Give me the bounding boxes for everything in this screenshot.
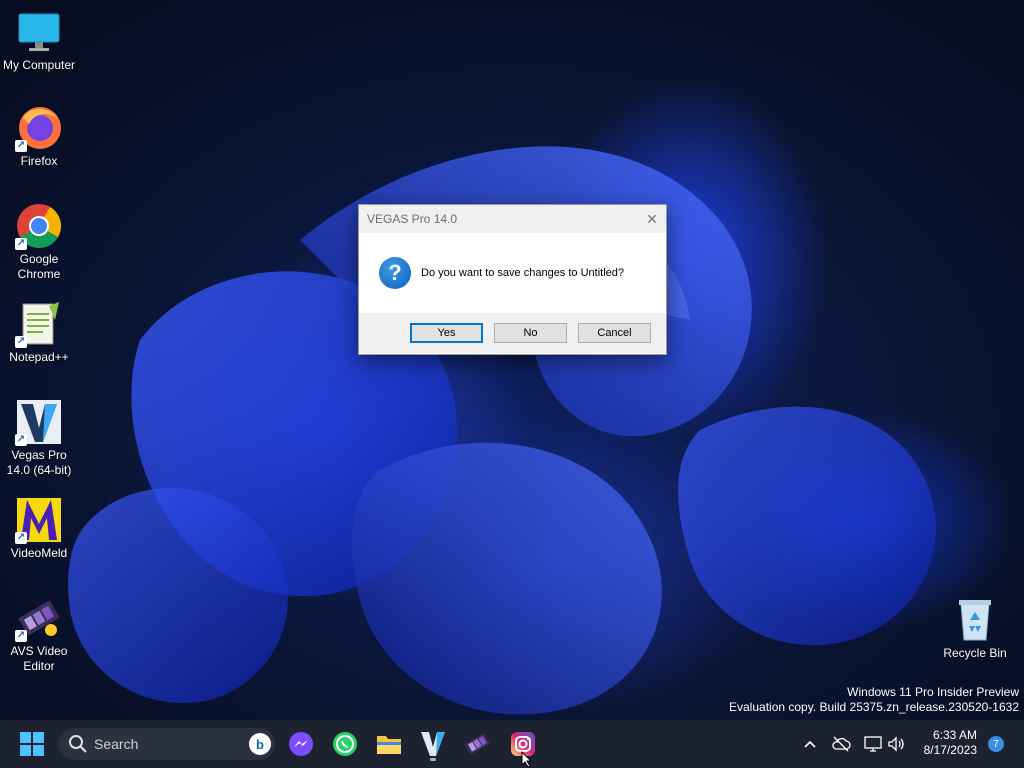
desktop-icon-label: My Computer <box>2 58 76 72</box>
clock-time: 6:33 AM <box>932 728 977 742</box>
monitor-icon <box>15 8 63 56</box>
desktop-icon-recycle-bin[interactable]: Recycle Bin <box>936 596 1014 661</box>
avs-icon: ↗ <box>15 594 63 642</box>
notification-badge[interactable]: 7 <box>988 736 1004 752</box>
shortcut-arrow-icon: ↗ <box>15 434 27 446</box>
shortcut-arrow-icon: ↗ <box>15 532 27 544</box>
desktop-icon-firefox[interactable]: ↗ Firefox <box>0 104 78 169</box>
whatsapp-icon[interactable] <box>329 728 361 760</box>
dialog-footer: Yes No Cancel <box>359 313 666 353</box>
dialog-title: VEGAS Pro 14.0 <box>367 212 458 226</box>
shortcut-arrow-icon: ↗ <box>15 630 27 642</box>
desktop-icon-vegas-pro[interactable]: ↗ Vegas Pro 14.0 (64-bit) <box>0 398 78 478</box>
cancel-button[interactable]: Cancel <box>578 323 651 343</box>
videomeld-icon: ↗ <box>15 496 63 544</box>
wallpaper-bloom <box>68 146 936 715</box>
desktop-icon-label: Notepad++ <box>9 350 69 364</box>
taskbar-clock[interactable]: 6:33 AM 8/17/2023 <box>924 728 977 758</box>
vegas-icon: ↗ <box>15 398 63 446</box>
desktop-icon-avs-video-editor[interactable]: ↗ AVS Video Editor <box>0 594 78 674</box>
watermark-line-2: Evaluation copy. Build 25375.zn_release.… <box>729 700 1019 714</box>
chrome-icon: ↗ <box>15 202 63 250</box>
cloud-offline-icon[interactable] <box>831 734 851 754</box>
desktop-icon-label: Firefox <box>20 154 58 168</box>
question-icon: ? <box>379 257 411 289</box>
yes-button[interactable]: Yes <box>410 323 483 343</box>
close-icon[interactable]: ✕ <box>638 205 666 233</box>
dialog-message: Do you want to save changes to Untitled? <box>421 267 625 279</box>
mouse-cursor-icon <box>521 751 533 768</box>
volume-icon[interactable] <box>886 734 906 754</box>
network-icon[interactable] <box>863 734 883 754</box>
shortcut-arrow-icon: ↗ <box>15 140 27 152</box>
desktop-icon-label: Recycle Bin <box>943 646 1007 660</box>
dialog-body: ? Do you want to save changes to Untitle… <box>359 233 666 313</box>
no-button[interactable]: No <box>494 323 567 343</box>
desktop-icon-label: VideoMeld <box>10 546 68 560</box>
save-changes-dialog: VEGAS Pro 14.0 ✕ ? Do you want to save c… <box>358 204 667 355</box>
taskbar-search[interactable]: Search b <box>58 728 275 760</box>
recycle-bin-icon <box>951 596 999 644</box>
desktop-icon-label: Vegas Pro 14.0 (64-bit) <box>6 448 72 477</box>
watermark-line-1: Windows 11 Pro Insider Preview <box>847 685 1019 699</box>
desktop-icon-google-chrome[interactable]: ↗ Google Chrome <box>0 202 78 282</box>
firefox-icon: ↗ <box>15 104 63 152</box>
shortcut-arrow-icon: ↗ <box>15 238 27 250</box>
shortcut-arrow-icon: ↗ <box>15 336 27 348</box>
vegas-taskbar-icon[interactable] <box>417 728 449 760</box>
desktop-icon-label: Google Chrome <box>17 252 61 281</box>
clock-date: 8/17/2023 <box>923 743 977 757</box>
desktop: My Computer ↗ Firefox ↗ Google Chrome ↗ … <box>0 0 1024 720</box>
desktop-icon-my-computer[interactable]: My Computer <box>0 8 78 73</box>
chevron-up-icon[interactable] <box>800 734 820 754</box>
desktop-icon-notepadpp[interactable]: ↗ Notepad++ <box>0 300 78 365</box>
file-explorer-icon[interactable] <box>373 728 405 760</box>
search-placeholder: Search <box>94 736 139 752</box>
avs-taskbar-icon[interactable] <box>461 728 493 760</box>
windows-watermark: Windows 11 Pro Insider Preview Evaluatio… <box>729 685 1019 715</box>
search-icon <box>69 735 87 753</box>
start-icon[interactable] <box>16 728 48 760</box>
active-app-indicator <box>430 758 436 761</box>
messenger-icon[interactable] <box>285 728 317 760</box>
desktop-icon-label: AVS Video Editor <box>10 644 68 673</box>
desktop-icon-videomeld[interactable]: ↗ VideoMeld <box>0 496 78 561</box>
bing-icon[interactable]: b <box>249 733 271 755</box>
notepadpp-icon: ↗ <box>15 300 63 348</box>
dialog-titlebar[interactable]: VEGAS Pro 14.0 ✕ <box>359 205 666 233</box>
